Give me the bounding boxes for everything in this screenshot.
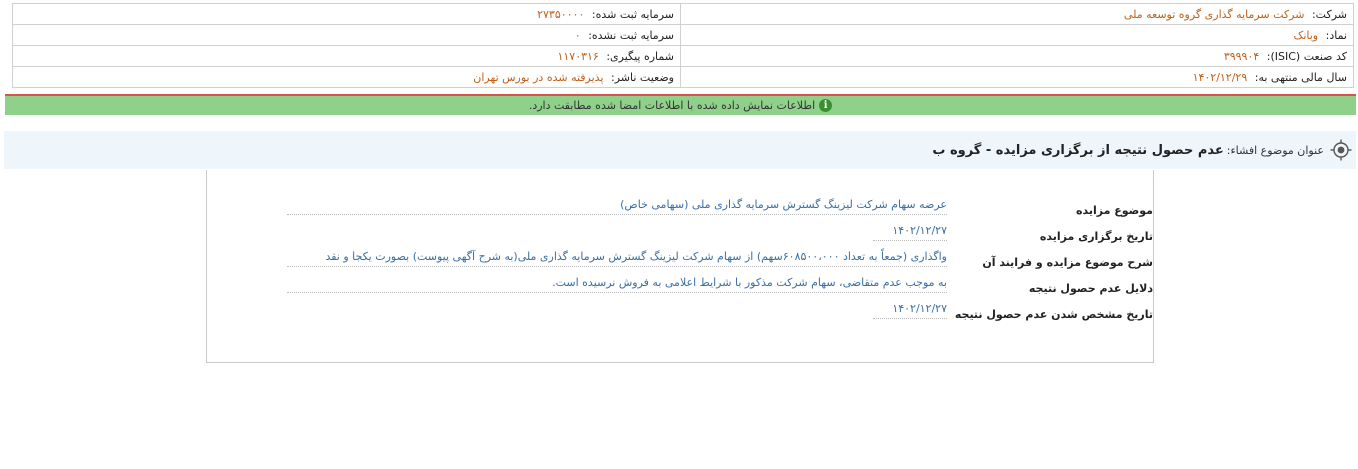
topic-label: عنوان موضوع افشاء: (1226, 143, 1324, 157)
detail-row: تاریخ مشخص شدن عدم حصول نتیجه ۱۴۰۲/۱۲/۲۷ (287, 300, 1153, 322)
isic-label: کد صنعت (ISIC): (1266, 49, 1347, 63)
detail-row: شرح موضوع مزایده و فرایند آن واگذاری (جم… (287, 248, 1153, 270)
detail-label: موضوع مزایده (1076, 204, 1153, 217)
detail-label: تاریخ مشخص شدن عدم حصول نتیجه (954, 308, 1153, 321)
status-cell: وضعیت ناشر: پذیرفته شده در بورس تهران (12, 66, 681, 88)
detail-value: ۱۴۰۲/۱۲/۲۷ (873, 224, 947, 241)
registered-capital-label: سرمایه ثبت شده: (591, 7, 674, 21)
detail-label: شرح موضوع مزایده و فرایند آن (982, 256, 1153, 269)
symbol-label: نماد: (1325, 28, 1347, 42)
symbol-value: وبانک (1293, 28, 1319, 42)
detail-value: ۱۴۰۲/۱۲/۲۷ (873, 302, 947, 319)
registered-capital-value: ۲۷۳۵۰۰۰۰ (537, 7, 585, 21)
detail-row: تاریخ برگزاری مزایده ۱۴۰۲/۱۲/۲۷ (287, 222, 1153, 244)
isic-cell: کد صنعت (ISIC): ۳۹۹۹۰۴ (680, 45, 1354, 67)
unregistered-capital-label: سرمایه ثبت نشده: (588, 28, 674, 42)
fiscal-value: ۱۴۰۲/۱۲/۲۹ (1192, 70, 1248, 84)
notice-text: اطلاعات نمایش داده شده با اطلاعات امضا ش… (528, 99, 816, 112)
symbol-cell: نماد: وبانک (680, 24, 1354, 46)
status-value: پذیرفته شده در بورس تهران (473, 70, 604, 84)
isic-value: ۳۹۹۹۰۴ (1223, 49, 1260, 63)
fiscal-label: سال مالی منتهی به: (1254, 70, 1347, 84)
status-label: وضعیت ناشر: (611, 70, 674, 84)
company-label: شرکت: (1311, 7, 1347, 21)
target-icon (1330, 139, 1352, 161)
info-icon: i (819, 99, 833, 112)
detail-row: دلایل عدم حصول نتیجه به موجب عدم متقاضی،… (287, 274, 1153, 296)
topic-bar: عنوان موضوع افشاء: عدم حصول نتیجه از برگ… (4, 131, 1356, 169)
details-panel: موضوع مزایده عرضه سهام شرکت لیزینگ گسترش… (206, 170, 1154, 363)
info-row: کد صنعت (ISIC): ۳۹۹۹۰۴ شماره پیگیری: ۱۱۷… (12, 45, 1354, 67)
info-row: نماد: وبانک سرمایه ثبت نشده: ۰ (12, 24, 1354, 46)
info-row: شرکت: شرکت سرمایه گذاری گروه توسعه ملی س… (12, 3, 1354, 25)
tracking-value: ۱۱۷۰۳۱۶ (557, 49, 599, 63)
registered-capital-cell: سرمایه ثبت شده: ۲۷۳۵۰۰۰۰ (12, 3, 681, 25)
verification-notice: i اطلاعات نمایش داده شده با اطلاعات امضا… (5, 94, 1356, 115)
detail-label: تاریخ برگزاری مزایده (1039, 230, 1153, 243)
tracking-label: شماره پیگیری: (606, 49, 674, 63)
detail-value: عرضه سهام شرکت لیزینگ گسترش سرمایه گذاری… (287, 198, 947, 215)
company-info-table: شرکت: شرکت سرمایه گذاری گروه توسعه ملی س… (12, 3, 1354, 88)
detail-row: موضوع مزایده عرضه سهام شرکت لیزینگ گسترش… (287, 196, 1153, 218)
detail-value: واگذاری (جمعاً به تعداد ۶۰۸۵۰۰،۰۰۰سهم) ا… (287, 250, 947, 267)
unregistered-capital-value: ۰ (574, 28, 581, 42)
fiscal-cell: سال مالی منتهی به: ۱۴۰۲/۱۲/۲۹ (680, 66, 1354, 88)
tracking-cell: شماره پیگیری: ۱۱۷۰۳۱۶ (12, 45, 681, 67)
company-value: شرکت سرمایه گذاری گروه توسعه ملی (1123, 7, 1305, 21)
detail-label: دلایل عدم حصول نتیجه (1028, 282, 1153, 295)
topic-title: عدم حصول نتیجه از برگزاری مزایده - گروه … (932, 142, 1224, 158)
detail-value: به موجب عدم متقاضی، سهام شرکت مذکور با ش… (287, 276, 947, 293)
company-cell: شرکت: شرکت سرمایه گذاری گروه توسعه ملی (680, 3, 1354, 25)
info-row: سال مالی منتهی به: ۱۴۰۲/۱۲/۲۹ وضعیت ناشر… (12, 66, 1354, 88)
unregistered-capital-cell: سرمایه ثبت نشده: ۰ (12, 24, 681, 46)
